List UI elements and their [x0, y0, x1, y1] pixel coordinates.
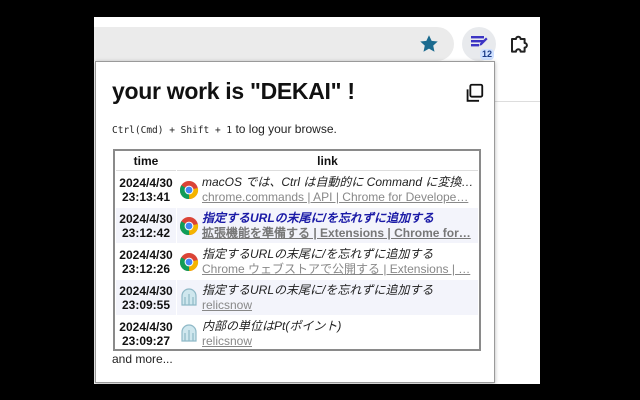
extensions-puzzle-icon — [511, 35, 528, 53]
row-link[interactable]: 指定するURLの末尾に/を忘れずに追加する 拡張機能を準備する | Extensi… — [177, 208, 478, 243]
extension-popup: your work is "DEKAI" ! Ctrl(Cmd) + Shift… — [95, 61, 495, 383]
chrome-icon — [179, 216, 199, 236]
row-page-title[interactable]: macOS では、Ctrl は自動的に Command に変換さ… — [202, 174, 478, 190]
column-header-link: link — [177, 152, 478, 171]
row-page-url[interactable]: chrome.commands | API | Chrome for Devel… — [202, 190, 478, 205]
row-date: 2024/4/30 — [119, 319, 173, 334]
row-page-title[interactable]: 指定するURLの末尾に/を忘れずに追加する — [202, 282, 478, 298]
row-clock: 23:13:41 — [121, 189, 171, 204]
row-link[interactable]: 指定するURLの末尾に/を忘れずに追加する relicsnow — [177, 280, 478, 315]
row-page-title[interactable]: 指定するURLの末尾に/を忘れずに追加する — [202, 246, 478, 262]
row-page-title[interactable]: 指定するURLの末尾に/を忘れずに追加する — [202, 210, 478, 226]
row-time: 2024/4/30 23:09:27 — [116, 316, 176, 349]
shortcut-hint: Ctrl(Cmd) + Shift + 1 to log your browse… — [112, 122, 337, 136]
row-clock: 23:12:42 — [121, 225, 171, 240]
table-row[interactable]: 2024/4/30 23:12:42 指定するURLの末尾に/を忘れずに追加する 拡張… — [116, 208, 478, 243]
row-date: 2024/4/30 — [119, 283, 173, 298]
table-row[interactable]: 2024/4/30 23:13:41 macOS では、Ctrl は自動的に Com… — [116, 172, 478, 207]
row-page-url[interactable]: 拡張機能を準備する | Extensions | Chrome for… — [202, 226, 478, 241]
and-more-text: and more... — [112, 352, 173, 366]
popup-title: your work is "DEKAI" ! — [112, 78, 355, 104]
row-time: 2024/4/30 23:13:41 — [116, 172, 176, 207]
address-bar[interactable] — [94, 27, 454, 61]
chrome-icon — [179, 252, 199, 272]
shortcut-hint-text: to log your browse. — [232, 122, 337, 136]
row-page-title[interactable]: 内部の単位はPt(ポイント) — [202, 318, 478, 334]
row-date: 2024/4/30 — [119, 175, 173, 190]
row-link[interactable]: 内部の単位はPt(ポイント) relicsnow — [177, 316, 478, 349]
row-time: 2024/4/30 23:09:55 — [116, 280, 176, 315]
row-clock: 23:12:26 — [121, 261, 171, 276]
extension-badge: 12 — [479, 49, 494, 60]
row-link[interactable]: 指定するURLの末尾に/を忘れずに追加する Chrome ウェブストアで公開する … — [177, 244, 478, 279]
shortcut-keys: Ctrl(Cmd) + Shift + 1 — [112, 125, 233, 136]
row-date: 2024/4/30 — [119, 211, 173, 226]
row-time: 2024/4/30 23:12:42 — [116, 208, 176, 243]
chrome-icon — [179, 180, 199, 200]
star-icon[interactable] — [418, 33, 440, 55]
row-page-url[interactable]: Chrome ウェブストアで公開する | Extensions | … — [202, 262, 478, 277]
table-row[interactable]: 2024/4/30 23:09:27 内部の単位はPt(ポイント) relicsnow — [116, 316, 478, 349]
row-time: 2024/4/30 23:12:26 — [116, 244, 176, 279]
history-table: time link 2024/4/30 23:13:41 macOS では、Ctrl… — [113, 149, 481, 351]
row-clock: 23:09:55 — [121, 297, 171, 312]
row-page-url[interactable]: relicsnow — [202, 298, 478, 313]
dekai-extension-button[interactable]: 12 — [462, 27, 496, 61]
row-clock: 23:09:27 — [121, 333, 171, 348]
relicsnow-icon — [179, 323, 199, 344]
page-divider — [494, 101, 540, 102]
column-header-time: time — [116, 152, 176, 171]
row-date: 2024/4/30 — [119, 247, 173, 262]
copy-icon[interactable] — [463, 82, 485, 104]
row-page-url[interactable]: relicsnow — [202, 334, 478, 349]
row-link[interactable]: macOS では、Ctrl は自動的に Command に変換さ… chrome.… — [177, 172, 478, 207]
relicsnow-icon — [179, 287, 199, 308]
table-row[interactable]: 2024/4/30 23:12:26 指定するURLの末尾に/を忘れずに追加する Ch… — [116, 244, 478, 279]
table-row[interactable]: 2024/4/30 23:09:55 指定するURLの末尾に/を忘れずに追加する re… — [116, 280, 478, 315]
extensions-menu-button[interactable] — [502, 27, 536, 61]
